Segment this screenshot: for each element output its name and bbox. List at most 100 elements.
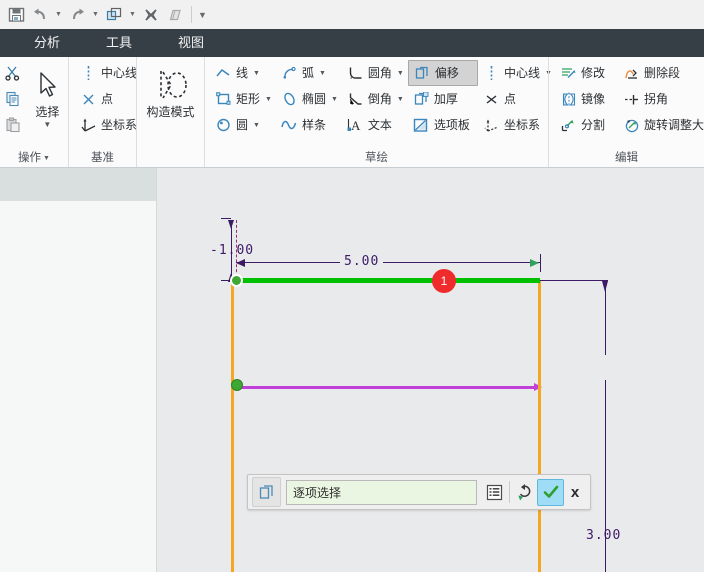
selection-input[interactable]: 逐项选择: [286, 479, 477, 505]
chamfer-button[interactable]: 倒角 ▼: [342, 86, 408, 112]
sketch-canvas[interactable]: -1.00 5.00 3.00 1 逐项选择 x: [158, 168, 704, 572]
thicken-icon: [412, 90, 431, 109]
sketch-coordinate-system-label: 坐标系: [504, 118, 541, 132]
construction-mode-button[interactable]: 构造模式: [139, 60, 203, 141]
arc-button[interactable]: 弧 ▼: [276, 60, 342, 86]
model-tree-sidebar[interactable]: [0, 168, 157, 572]
redo-dropdown-icon[interactable]: ▼: [89, 3, 102, 26]
ellipse-dropdown-icon[interactable]: ▼: [331, 96, 338, 103]
thicken-button[interactable]: 加厚: [408, 86, 478, 112]
point-button[interactable]: 点: [75, 86, 141, 112]
centerline-button[interactable]: 中心线: [75, 60, 141, 86]
circle-button[interactable]: 圆 ▼: [210, 112, 276, 138]
redo-icon[interactable]: [65, 3, 89, 26]
cancel-button[interactable]: x: [564, 479, 586, 505]
ribbon-group-operations: 选择 ▼ 操作 ▼: [0, 57, 68, 167]
circle-dropdown-icon[interactable]: ▼: [253, 122, 260, 129]
ribbon-group-construction: 构造模式: [136, 57, 204, 167]
menu-item-tools[interactable]: 工具: [90, 29, 148, 57]
modify-icon: [559, 64, 578, 83]
offset-dimension-text[interactable]: -1.00: [210, 243, 254, 258]
horizontal-dim-line-right: [383, 262, 540, 263]
sketch-coordinate-system-button[interactable]: 坐标系: [478, 112, 548, 138]
divide-icon: [559, 116, 578, 135]
list-icon[interactable]: [482, 479, 506, 505]
selection-badge[interactable]: 1: [432, 269, 456, 293]
ribbon-bar: 选择 ▼ 操作 ▼ 中心线 点 坐标系 基准 构造模式 线 ▼ 矩形 ▼ 圆 ▼…: [0, 57, 704, 168]
offset-button[interactable]: 偏移: [407, 60, 478, 86]
vertical-dimension-text[interactable]: 3.00: [586, 528, 621, 543]
point-icon: [482, 90, 501, 109]
horizontal-dim-extension-right: [540, 254, 541, 272]
menu-item-analysis[interactable]: 分析: [18, 29, 76, 57]
edge-endpoint-node[interactable]: [230, 274, 243, 287]
divide-button[interactable]: 分割: [555, 112, 618, 138]
workspace: -1.00 5.00 3.00 1 逐项选择 x: [0, 168, 704, 572]
rotate-resize-button[interactable]: 旋转调整大小: [618, 112, 704, 138]
quick-access-toolbar: ▼ ▼ ▼ ▼: [0, 0, 704, 29]
paste-button[interactable]: [3, 112, 27, 138]
window-dropdown-icon[interactable]: ▼: [126, 3, 139, 26]
window-arrange-icon[interactable]: [102, 3, 126, 26]
centerline-label: 中心线: [101, 66, 138, 80]
arc-dropdown-icon[interactable]: ▼: [319, 70, 326, 77]
ribbon-group-edit: 修改 镜像 分割 删除段 拐角 旋转调整大 编辑: [548, 57, 704, 167]
customize-caret-icon[interactable]: ▼: [196, 3, 209, 26]
rectangle-icon: [214, 90, 233, 109]
fillet-icon: [346, 64, 365, 83]
chamfer-label: 倒角: [367, 92, 392, 106]
sketch-point-button[interactable]: 点: [478, 86, 548, 112]
save-icon[interactable]: [4, 3, 28, 26]
coordinate-system-icon: [482, 116, 501, 135]
copy-button[interactable]: [3, 86, 27, 112]
horizontal-dim-arrow-left: [236, 259, 245, 267]
arc-label: 弧: [301, 66, 314, 80]
chamfer-dropdown-icon[interactable]: ▼: [397, 96, 404, 103]
delete-segment-icon: [622, 64, 641, 83]
group-expand-caret-icon[interactable]: ▼: [43, 155, 50, 162]
line-dropdown-icon[interactable]: ▼: [253, 70, 260, 77]
rotate-resize-icon: [622, 116, 641, 135]
delete-segment-button[interactable]: 删除段: [618, 60, 704, 86]
close-x-icon[interactable]: [139, 3, 163, 26]
sketch-right-edge[interactable]: [538, 280, 541, 572]
line-button[interactable]: 线 ▼: [210, 60, 276, 86]
cut-icon: [4, 64, 23, 83]
spline-button[interactable]: 样条: [276, 112, 342, 138]
mirror-icon: [559, 90, 578, 109]
offset-start-node[interactable]: [231, 379, 243, 391]
menu-item-view[interactable]: 视图: [162, 29, 220, 57]
line-label: 线: [236, 66, 249, 80]
construction-mode-icon: [153, 64, 189, 106]
dialog-divider: [509, 481, 510, 503]
selected-top-edge[interactable]: [232, 278, 540, 283]
shape-icon[interactable]: [163, 3, 187, 26]
horizontal-dimension-text[interactable]: 5.00: [344, 254, 379, 269]
rectangle-dropdown-icon[interactable]: ▼: [265, 96, 272, 103]
select-tool-button[interactable]: 选择 ▼: [27, 60, 68, 141]
modify-button[interactable]: 修改: [555, 60, 618, 86]
rectangle-button[interactable]: 矩形 ▼: [210, 86, 276, 112]
ellipse-button[interactable]: 椭圆 ▼: [276, 86, 342, 112]
fillet-dropdown-icon[interactable]: ▼: [397, 70, 404, 77]
mirror-button[interactable]: 镜像: [555, 86, 618, 112]
flip-direction-icon[interactable]: [513, 479, 537, 505]
ellipse-icon: [280, 90, 299, 109]
sketch-left-edge[interactable]: [231, 280, 234, 572]
sketch-point-label: 点: [504, 92, 517, 106]
fillet-button[interactable]: 圆角 ▼: [342, 60, 408, 86]
undo-icon[interactable]: [28, 3, 52, 26]
coordinate-system-icon: [79, 116, 98, 135]
cut-button[interactable]: [3, 60, 27, 86]
option-palette-button[interactable]: 选项板: [408, 112, 478, 138]
sketch-centerline-button[interactable]: 中心线 ▼: [478, 60, 552, 86]
text-button[interactable]: A 文本: [342, 112, 408, 138]
corner-button[interactable]: 拐角: [618, 86, 704, 112]
option-palette-label: 选项板: [433, 118, 470, 132]
coordinate-system-button[interactable]: 坐标系: [75, 112, 141, 138]
select-dropdown-icon[interactable]: ▼: [43, 119, 51, 131]
accept-check-icon[interactable]: [537, 478, 564, 506]
toolbar-divider: [191, 6, 192, 23]
undo-dropdown-icon[interactable]: ▼: [52, 3, 65, 26]
offset-tool-icon[interactable]: [252, 477, 281, 507]
